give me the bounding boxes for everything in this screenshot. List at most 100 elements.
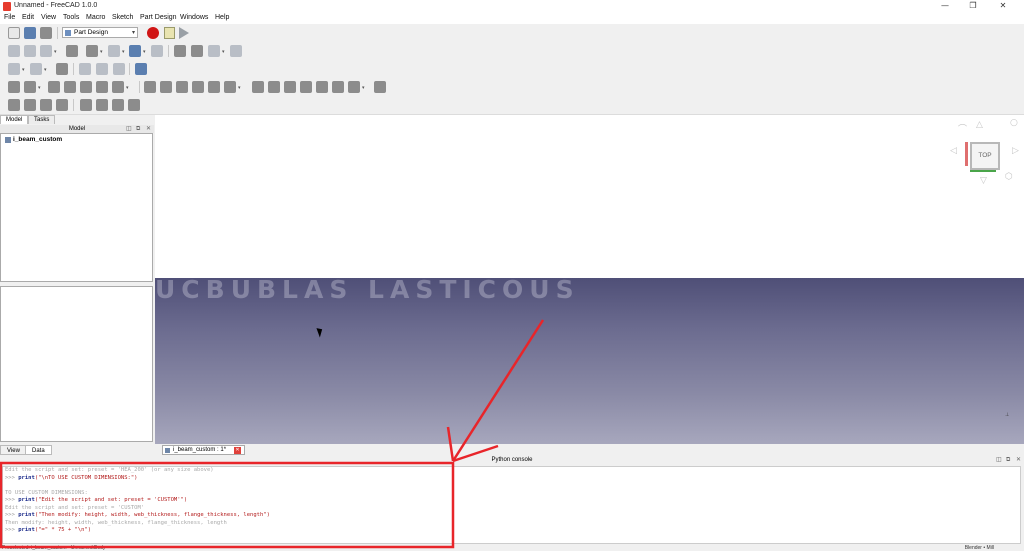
navigation-style[interactable]: Blender • Mill	[965, 545, 994, 551]
close-window-button[interactable]: ✕	[989, 0, 1017, 13]
run-macro-icon[interactable]	[179, 27, 189, 39]
linear-pattern-icon[interactable]	[96, 99, 108, 111]
cut-icon[interactable]	[79, 63, 91, 75]
chamfer-icon[interactable]	[24, 99, 36, 111]
variable-set-icon[interactable]	[230, 45, 242, 57]
whats-this-help-icon[interactable]	[135, 63, 147, 75]
tab-view[interactable]: View	[0, 445, 27, 455]
groove-icon[interactable]	[284, 81, 296, 93]
chevron-down-icon[interactable]: ▾	[38, 85, 41, 91]
maximize-button[interactable]: ❐	[959, 0, 987, 13]
chevron-down-icon[interactable]: ▾	[222, 49, 225, 55]
menu-macro[interactable]: Macro	[86, 14, 105, 21]
workbench-selector[interactable]: Part Design ▾	[62, 27, 138, 38]
undo-icon[interactable]	[8, 63, 20, 75]
menu-file[interactable]: File	[4, 14, 15, 21]
datum-plane-icon[interactable]	[96, 81, 108, 93]
new-document-icon[interactable]	[8, 27, 20, 39]
polar-pattern-icon[interactable]	[112, 99, 124, 111]
redo-icon[interactable]	[30, 63, 42, 75]
additive-primitive-icon[interactable]	[224, 81, 236, 93]
navigation-cube[interactable]: ⌒ △ ○ ◁ ▷ ▽ ⬡ TOP	[950, 118, 1022, 192]
menu-help[interactable]: Help	[215, 14, 229, 21]
document-tab[interactable]: i_beam_custom : 1* ✕	[162, 445, 245, 455]
subtractive-loft-icon[interactable]	[300, 81, 312, 93]
chevron-down-icon[interactable]: ▾	[54, 49, 57, 55]
pocket-icon[interactable]	[252, 81, 264, 93]
subtractive-primitive-icon[interactable]	[348, 81, 360, 93]
edit-macro-icon[interactable]	[164, 27, 175, 39]
3d-viewport[interactable]: UCBUBLAS LASTICOUS	[155, 115, 1024, 444]
down-arrow-icon[interactable]: ▽	[980, 176, 987, 186]
pad-icon[interactable]	[144, 81, 156, 93]
hole-icon[interactable]	[268, 81, 280, 93]
close-tab-icon[interactable]: ✕	[234, 447, 241, 454]
helix-icon[interactable]	[208, 81, 220, 93]
right-arrow-icon[interactable]: ▷	[1012, 146, 1019, 156]
open-document-icon[interactable]	[24, 27, 36, 39]
bounding-box-icon[interactable]	[66, 45, 78, 57]
menu-sketch[interactable]: Sketch	[112, 14, 133, 21]
part-icon[interactable]	[174, 45, 186, 57]
link-icon[interactable]	[208, 45, 220, 57]
datum-line-icon[interactable]	[80, 81, 92, 93]
standard-views-icon[interactable]	[108, 45, 120, 57]
record-macro-icon[interactable]	[147, 27, 159, 39]
subtractive-pipe-icon[interactable]	[316, 81, 328, 93]
pipe-icon[interactable]	[192, 81, 204, 93]
chevron-down-icon[interactable]: ▾	[22, 67, 25, 73]
mirrored-icon[interactable]	[80, 99, 92, 111]
fillet-icon[interactable]	[8, 99, 20, 111]
navcube-top-face[interactable]: TOP	[970, 142, 1000, 170]
multi-transform-icon[interactable]	[128, 99, 140, 111]
up-arrow-icon[interactable]: △	[976, 120, 983, 130]
datum-point-icon[interactable]	[64, 81, 76, 93]
chevron-down-icon[interactable]: ▾	[100, 49, 103, 55]
measure-icon[interactable]	[129, 45, 141, 57]
rotate-left-arrow-icon[interactable]: ⌒	[958, 122, 967, 135]
chevron-down-icon[interactable]: ▾	[143, 49, 146, 55]
menu-part-design[interactable]: Part Design	[140, 14, 177, 21]
loft-icon[interactable]	[176, 81, 188, 93]
panel-undock-icon[interactable]: ⧉	[1006, 456, 1010, 465]
save-document-icon[interactable]	[40, 27, 52, 39]
subtractive-helix-icon[interactable]	[332, 81, 344, 93]
zoom-fit-icon[interactable]	[8, 45, 20, 57]
whats-this-icon[interactable]	[151, 45, 163, 57]
create-sketch-icon[interactable]	[24, 81, 36, 93]
tab-data[interactable]: Data	[25, 445, 52, 455]
chevron-down-icon[interactable]: ▾	[362, 85, 365, 91]
tab-tasks[interactable]: Tasks	[28, 115, 56, 124]
chevron-down-icon[interactable]: ▾	[122, 49, 125, 55]
draft-icon[interactable]	[40, 99, 52, 111]
local-coordinate-system-icon[interactable]	[112, 81, 124, 93]
paste-icon[interactable]	[113, 63, 125, 75]
panel-float-icon[interactable]: ◫	[996, 456, 1002, 465]
refresh-icon[interactable]	[56, 63, 68, 75]
create-body-icon[interactable]	[8, 81, 20, 93]
python-console[interactable]: Edit the script and set: preset = 'HEA_2…	[2, 466, 1021, 544]
left-arrow-icon[interactable]: ◁	[950, 146, 957, 156]
menu-windows[interactable]: Windows	[180, 14, 208, 21]
group-icon[interactable]	[191, 45, 203, 57]
panel-close-icon[interactable]: ✕	[146, 125, 151, 133]
chevron-down-icon[interactable]: ▾	[126, 85, 129, 91]
chevron-down-icon[interactable]: ▾	[44, 67, 47, 73]
draw-style-icon[interactable]	[86, 45, 98, 57]
thickness-icon[interactable]	[56, 99, 68, 111]
revolution-icon[interactable]	[160, 81, 172, 93]
validate-sketch-icon[interactable]	[48, 81, 60, 93]
panel-undock-icon[interactable]: ⧉	[136, 125, 140, 133]
menu-tools[interactable]: Tools	[63, 14, 79, 21]
panel-float-icon[interactable]: ◫	[126, 125, 132, 133]
view-menu-icon[interactable]: ○	[1010, 118, 1018, 128]
chevron-down-icon[interactable]: ▾	[238, 85, 241, 91]
menu-view[interactable]: View	[41, 14, 56, 21]
boolean-icon[interactable]	[374, 81, 386, 93]
copy-icon[interactable]	[96, 63, 108, 75]
menu-edit[interactable]: Edit	[22, 14, 34, 21]
isometric-view-icon[interactable]	[40, 45, 52, 57]
minimize-button[interactable]: —	[931, 0, 959, 13]
zoom-selection-icon[interactable]	[24, 45, 36, 57]
panel-close-icon[interactable]: ✕	[1016, 456, 1021, 465]
